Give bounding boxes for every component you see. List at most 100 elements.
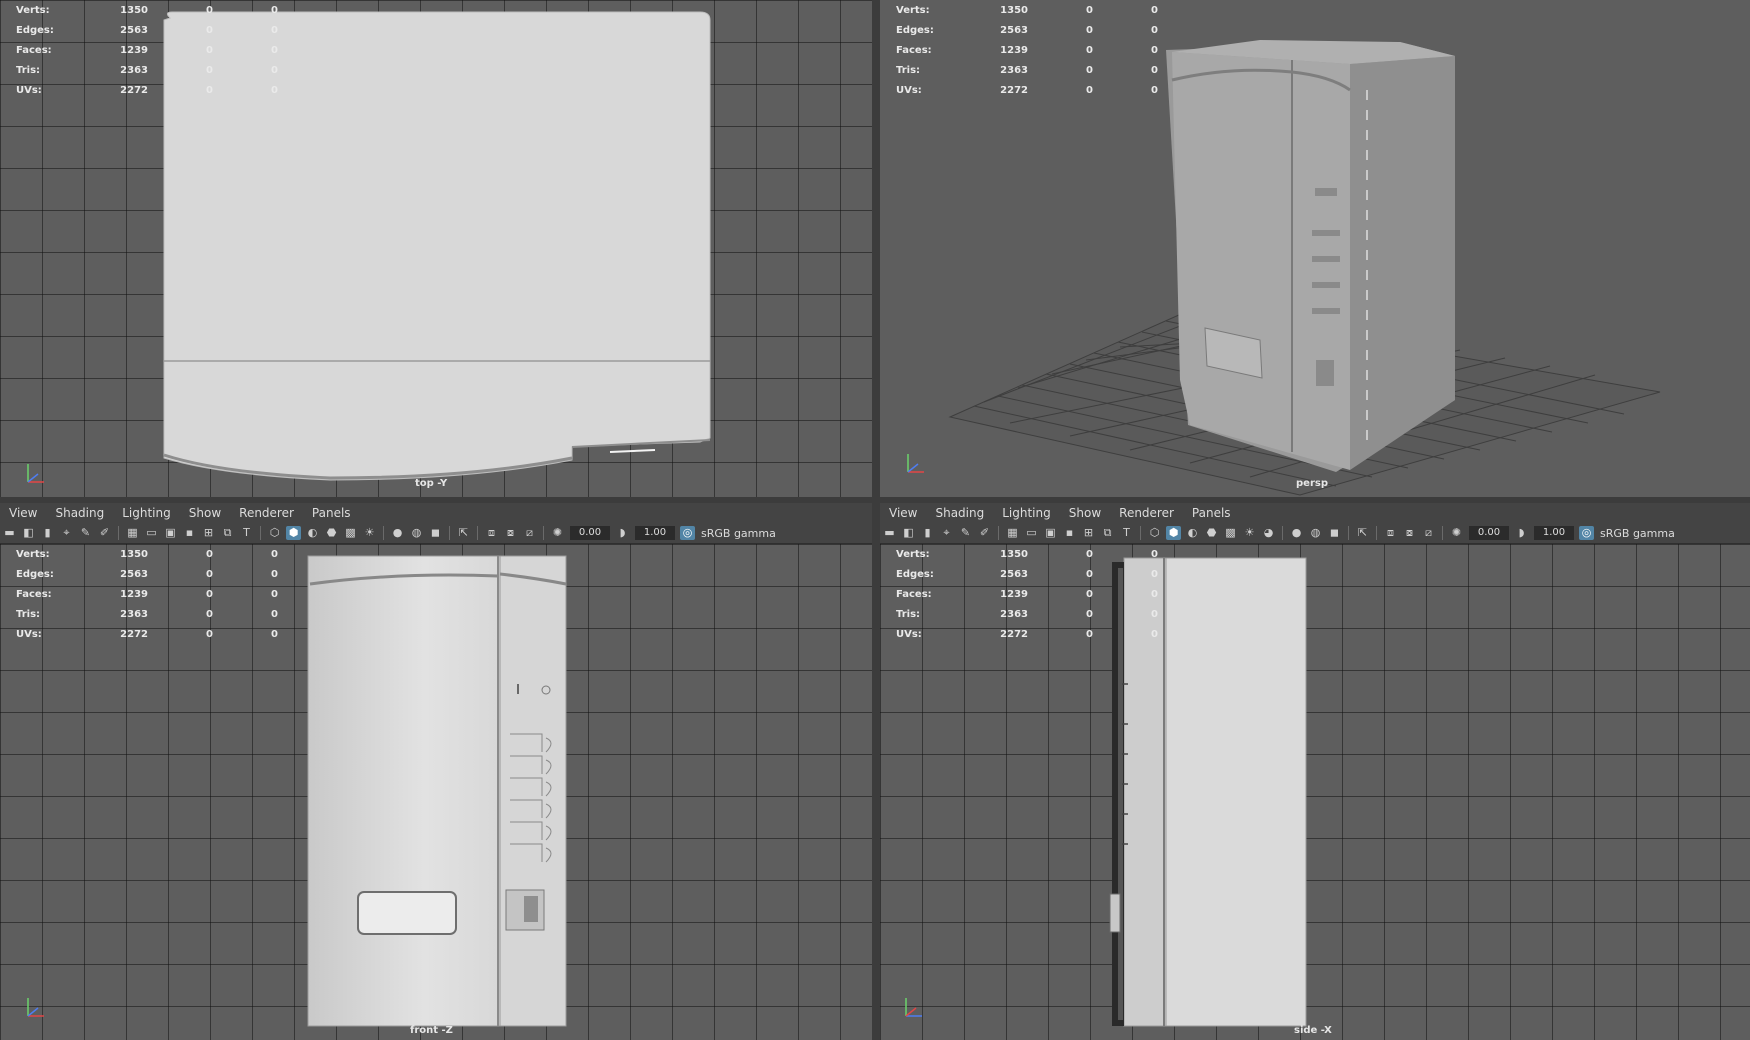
safe-title-icon[interactable]: T [239,526,254,540]
hud-value: 0 [1151,64,1158,76]
bookmark-icon[interactable]: ▮ [40,526,55,540]
toolbar-separator [1376,526,1377,540]
menu-view[interactable]: View [880,506,926,520]
menu-renderer[interactable]: Renderer [1110,506,1183,520]
field-chart-icon[interactable]: ⊞ [201,526,216,540]
hud-value: 0 [206,588,213,600]
hud-value: 1239 [120,44,148,56]
exposure-field[interactable]: 0.00 [570,526,610,540]
hud-value: 0 [271,608,278,620]
gamma-field[interactable]: 1.00 [635,526,675,540]
isolate-select-icon[interactable]: ⇱ [1355,526,1370,540]
viewport-side[interactable]: Verts: 1350 0 0 Edges: 2563 0 0 Faces: 1239 0 0 T… [880,544,1750,1040]
safe-action-icon[interactable]: ⧉ [1100,526,1115,540]
default-material-icon[interactable]: ◐ [1185,526,1200,540]
ambient-occlusion-icon[interactable]: ● [1289,526,1304,540]
color-management-icon[interactable]: ◎ [1579,526,1594,540]
wireframe-on-shaded-icon[interactable]: ⬣ [1204,526,1219,540]
field-chart-icon[interactable]: ⊞ [1081,526,1096,540]
menu-lighting[interactable]: Lighting [113,506,180,520]
backface-culling-icon[interactable]: ⧄ [522,526,537,540]
isolate-select-icon[interactable]: ⇱ [456,526,471,540]
toolbar-separator [1282,526,1283,540]
hud-value: 2363 [120,64,148,76]
lights-icon[interactable]: ☀ [362,526,377,540]
shadows-icon[interactable]: ● [390,526,405,540]
hud-value: 0 [271,548,278,560]
viewport-persp[interactable]: Verts: 1350 0 0 Edges: 2563 0 0 Faces: 1239 0 0 T… [880,0,1750,497]
hud-label: Faces: [896,44,932,56]
menu-view[interactable]: View [0,506,46,520]
xray-icon[interactable]: ⧈ [1383,526,1398,540]
ambient-occlusion-icon[interactable]: ◍ [409,526,424,540]
hud-value: 0 [206,628,213,640]
xray-icon[interactable]: ⧈ [484,526,499,540]
hud-value: 2363 [1000,64,1028,76]
menu-show[interactable]: Show [1060,506,1110,520]
gamma-icon: ◗ [1518,526,1525,539]
grease-pencil-icon[interactable]: ✐ [97,526,112,540]
grid-icon[interactable]: ▦ [1005,526,1020,540]
camera-attributes-icon[interactable]: ◧ [901,526,916,540]
image-plane-icon[interactable]: ⌖ [59,526,74,540]
xray-joints-icon[interactable]: ⧇ [1402,526,1417,540]
gate-mask-icon[interactable]: ▪ [1062,526,1077,540]
camera-attributes-icon[interactable]: ◧ [21,526,36,540]
hud-value: 0 [271,64,278,76]
viewport-top[interactable]: Verts: 1350 0 0 Edges: 2563 0 0 Faces: 1239 0 0 T… [0,0,872,497]
wireframe-on-shaded-icon[interactable]: ⬣ [324,526,339,540]
menu-shading[interactable]: Shading [926,506,993,520]
lights-icon[interactable]: ☀ [1242,526,1257,540]
gate-mask-icon[interactable]: ▪ [182,526,197,540]
film-gate-icon[interactable]: ▭ [144,526,159,540]
motion-blur-icon[interactable]: ◍ [1308,526,1323,540]
hud-label: Verts: [896,4,930,16]
menu-panels[interactable]: Panels [1183,506,1240,520]
bookmark-icon[interactable]: ▮ [920,526,935,540]
xray-joints-icon[interactable]: ⧇ [503,526,518,540]
viewport-front[interactable]: Verts: 1350 0 0 Edges: 2563 0 0 Faces: 1239 0 0 T… [0,544,872,1040]
poly-count-hud: Verts: 1350 0 0 Edges: 2563 0 0 Faces: 1239 0 0 T… [880,0,1158,100]
shadows-icon[interactable]: ◕ [1261,526,1276,540]
hud-value: 0 [206,548,213,560]
image-plane-icon[interactable]: ⌖ [939,526,954,540]
camera-label: top -Y [415,478,448,489]
menu-renderer[interactable]: Renderer [230,506,303,520]
resolution-gate-icon[interactable]: ▣ [163,526,178,540]
resolution-gate-icon[interactable]: ▣ [1043,526,1058,540]
motion-blur-icon[interactable]: ◼ [428,526,443,540]
safe-action-icon[interactable]: ⧉ [220,526,235,540]
hud-value: 0 [1151,608,1158,620]
wireframe-icon[interactable]: ⬡ [1147,526,1162,540]
colorspace-label[interactable]: sRGB gamma [701,527,776,540]
menu-shading[interactable]: Shading [46,506,113,520]
gamma-field[interactable]: 1.00 [1534,526,1574,540]
grid-icon[interactable]: ▦ [125,526,140,540]
hud-value: 1350 [120,4,148,16]
textured-icon[interactable]: ▩ [1223,526,1238,540]
camera-icon[interactable]: ▬ [2,526,17,540]
poly-count-hud: Verts: 1350 0 0 Edges: 2563 0 0 Faces: 1239 0 0 T… [0,544,278,644]
axis-gizmo-icon [27,464,44,483]
wireframe-icon[interactable]: ⬡ [267,526,282,540]
menu-lighting[interactable]: Lighting [993,506,1060,520]
safe-title-icon[interactable]: T [1119,526,1134,540]
smooth-shade-icon[interactable]: ⬢ [286,526,301,540]
hud-value: 2272 [1000,84,1028,96]
backface-culling-icon[interactable]: ⧄ [1421,526,1436,540]
exposure-icon: ✺ [552,526,563,539]
grease-pencil-icon[interactable]: ✐ [977,526,992,540]
smooth-shade-icon[interactable]: ⬢ [1166,526,1181,540]
camera-icon[interactable]: ▬ [882,526,897,540]
textured-icon[interactable]: ▩ [343,526,358,540]
exposure-field[interactable]: 0.00 [1469,526,1509,540]
2d-pan-zoom-icon[interactable]: ✎ [958,526,973,540]
menu-show[interactable]: Show [180,506,230,520]
color-management-icon[interactable]: ◎ [680,526,695,540]
menu-panels[interactable]: Panels [303,506,360,520]
colorspace-label[interactable]: sRGB gamma [1600,527,1675,540]
anti-aliasing-icon[interactable]: ◼ [1327,526,1342,540]
default-material-icon[interactable]: ◐ [305,526,320,540]
2d-pan-zoom-icon[interactable]: ✎ [78,526,93,540]
film-gate-icon[interactable]: ▭ [1024,526,1039,540]
